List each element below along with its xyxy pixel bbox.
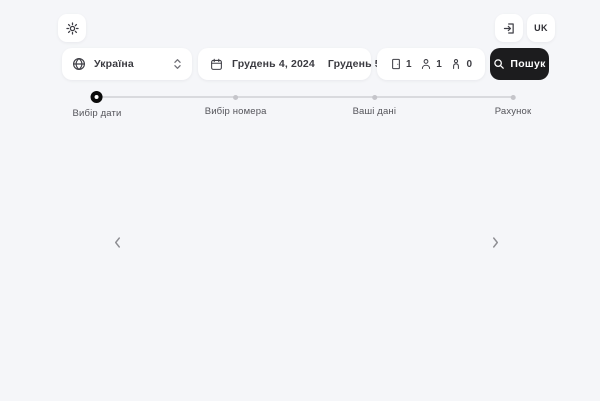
language-label: UK <box>534 23 548 33</box>
login-icon <box>503 22 516 35</box>
chevron-left-icon <box>113 236 122 249</box>
occupancy-field[interactable]: 1 1 0 <box>377 48 485 80</box>
step-your-details[interactable]: Ваші дані <box>353 91 397 117</box>
theme-toggle-button[interactable] <box>58 14 86 42</box>
adults-counter[interactable]: 1 <box>420 58 442 70</box>
rooms-count: 1 <box>406 58 412 70</box>
step-date-selection[interactable]: Вибір дати <box>73 91 122 119</box>
progress-stepper: Вибір дати Вибір номера Ваші дані Рахуно… <box>73 91 531 119</box>
rooms-counter[interactable]: 1 <box>390 58 412 70</box>
step-invoice[interactable]: Рахунок <box>495 91 532 117</box>
step-label: Вибір дати <box>72 108 122 119</box>
country-select[interactable]: Україна <box>62 48 192 80</box>
country-value: Україна <box>94 58 134 70</box>
select-arrows-icon <box>173 58 182 70</box>
sun-icon <box>65 21 79 35</box>
date-range-field[interactable]: Грудень 4, 2024 Грудень 5, 2024 <box>198 48 411 80</box>
check-in-date[interactable]: Грудень 4, 2024 <box>232 58 315 70</box>
step-dot <box>510 94 516 100</box>
language-button[interactable]: UK <box>527 14 555 42</box>
adult-icon <box>420 58 432 70</box>
step-dot <box>371 94 377 100</box>
step-label: Вибір номера <box>204 105 267 117</box>
search-button-label: Пошук <box>510 58 546 70</box>
carousel-next-button[interactable] <box>487 234 503 250</box>
calendar-icon <box>210 58 223 71</box>
door-icon <box>390 58 402 70</box>
globe-icon <box>72 57 86 71</box>
step-dot <box>233 94 239 100</box>
step-label: Ваші дані <box>352 105 397 117</box>
booking-search-page: UK Україна Грудень 4, 2024 Грудень 5, 20… <box>0 0 600 401</box>
children-counter[interactable]: 0 <box>450 58 472 70</box>
chevron-right-icon <box>491 236 500 249</box>
search-button[interactable]: Пошук <box>490 48 549 80</box>
login-button[interactable] <box>495 14 523 42</box>
search-icon <box>493 58 505 70</box>
adults-count: 1 <box>436 58 442 70</box>
children-count: 0 <box>466 58 472 70</box>
step-label: Рахунок <box>494 105 532 117</box>
carousel-prev-button[interactable] <box>109 234 125 250</box>
step-dot <box>91 91 103 103</box>
child-icon <box>450 58 462 70</box>
stepper-track <box>97 96 513 98</box>
step-room-selection[interactable]: Вибір номера <box>205 91 267 117</box>
